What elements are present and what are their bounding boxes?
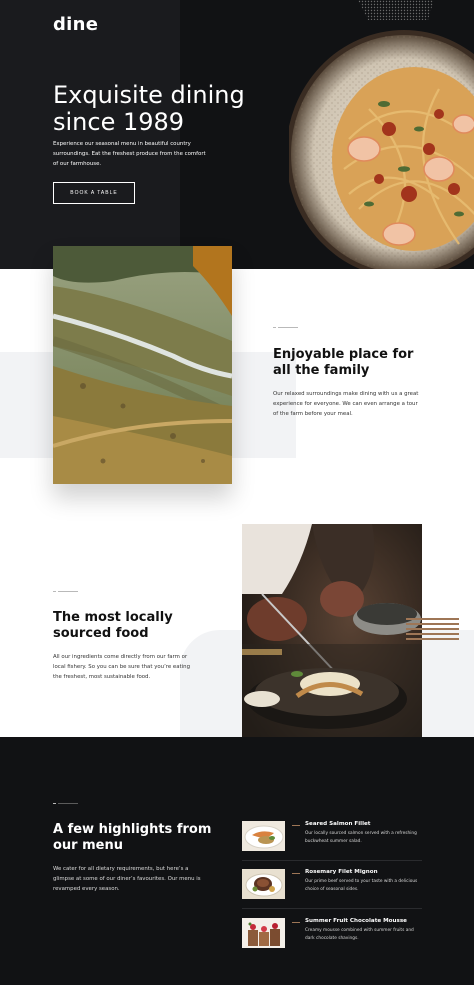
- stripes-decoration: [406, 618, 459, 642]
- highlights-title: A few highlights from our menu: [53, 822, 212, 853]
- menu-item-accent-line: [292, 873, 300, 874]
- menu-item-salmon: Seared Salmon Fillet Our locally sourced…: [242, 821, 422, 861]
- section-marker-dot: [53, 591, 56, 592]
- book-table-button[interactable]: BOOK A TABLE: [53, 182, 135, 204]
- filet-mignon-dish-image: [242, 869, 285, 899]
- hero-section: dine Exquisite dining since 1989 Experie…: [0, 0, 474, 269]
- menu-item-chocolate-mousse: Summer Fruit Chocolate Mousse Creamy mou…: [242, 918, 422, 958]
- chef-plating-image: [242, 524, 422, 764]
- menu-item-accent-line: [292, 825, 300, 826]
- family-section-title: Enjoyable place for all the family: [273, 347, 414, 378]
- menu-item-description: Our prime beef served to your taste with…: [305, 879, 418, 892]
- menu-item-separator: [242, 860, 422, 861]
- section-divider-line: [58, 591, 78, 592]
- menu-item-accent-line: [292, 922, 300, 923]
- menu-item-filet-mignon: Rosemary Filet Mignon Our prime beef ser…: [242, 869, 422, 909]
- menu-item-description: Creamy mousse combined with summer fruit…: [305, 928, 414, 941]
- salmon-dish-image: [242, 821, 285, 851]
- highlights-description: We cater for all dietary requirements, b…: [53, 866, 201, 892]
- local-food-section-title: The most locally sourced food: [53, 610, 173, 641]
- pasta-plate-image: [289, 30, 474, 269]
- family-section-description: Our relaxed surroundings make dining wit…: [273, 391, 419, 417]
- local-food-section-description: All our ingredients come directly from o…: [53, 654, 191, 680]
- section-divider-line: [58, 803, 78, 804]
- chocolate-mousse-dish-image: [242, 918, 285, 948]
- section-marker-dot: [53, 803, 56, 804]
- menu-item-description: Our locally sourced salmon served with a…: [305, 831, 417, 844]
- section-divider-line: [278, 327, 298, 328]
- countryside-image: [53, 246, 232, 484]
- menu-item-name: Rosemary Filet Mignon: [305, 869, 378, 875]
- hero-title: Exquisite dining since 1989: [53, 81, 245, 136]
- dot-pattern-decoration: [358, 0, 434, 20]
- hero-description: Experience our seasonal menu in beautifu…: [53, 141, 206, 167]
- logo[interactable]: dine: [53, 14, 98, 35]
- menu-item-name: Seared Salmon Fillet: [305, 821, 371, 827]
- menu-item-separator: [242, 908, 422, 909]
- menu-item-name: Summer Fruit Chocolate Mousse: [305, 918, 407, 924]
- section-marker-dot: [273, 327, 276, 328]
